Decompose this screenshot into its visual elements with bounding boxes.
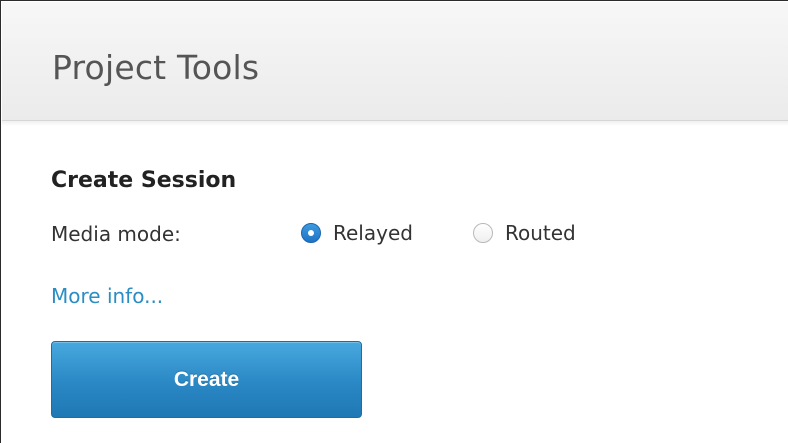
section-title: Create Session — [51, 168, 237, 193]
radio-checked-icon[interactable] — [301, 223, 321, 243]
project-tools-panel: Project Tools Create Session Media mode:… — [0, 0, 788, 443]
radio-routed-label: Routed — [505, 221, 576, 245]
more-info-link[interactable]: More info... — [51, 282, 163, 310]
create-button[interactable]: Create — [51, 341, 362, 418]
panel-header: Project Tools — [2, 2, 788, 126]
radio-relayed-label: Relayed — [333, 221, 413, 245]
radio-routed[interactable]: Routed — [473, 219, 576, 247]
panel-title: Project Tools — [52, 48, 260, 87]
radio-relayed[interactable]: Relayed — [301, 219, 413, 247]
radio-unchecked-icon[interactable] — [473, 223, 493, 243]
media-mode-label: Media mode: — [51, 222, 181, 246]
create-button-label: Create — [173, 367, 240, 391]
